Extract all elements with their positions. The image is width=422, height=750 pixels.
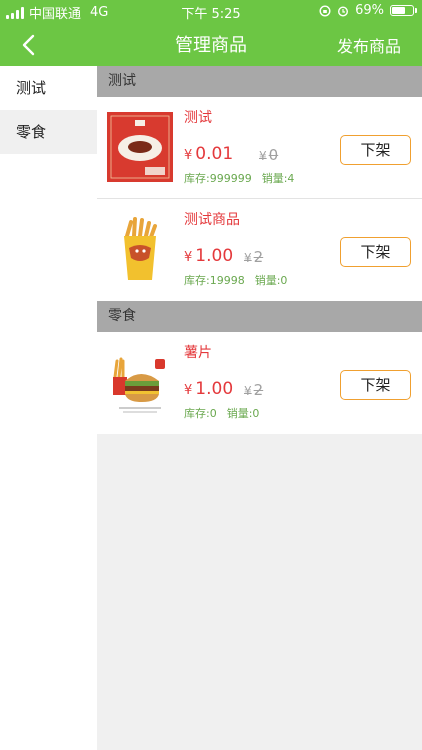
price-value: 1.00: [195, 246, 234, 266]
publish-product-button[interactable]: 发布商品: [337, 33, 401, 57]
product-name: 薯片: [184, 345, 212, 361]
sidebar-item-snacks[interactable]: 零食: [0, 110, 97, 154]
sidebar-item-label: 零食: [16, 123, 47, 141]
status-bar: 中国联通 4G 下午 5:25 69%: [0, 0, 422, 22]
currency-symbol: ¥: [244, 251, 252, 265]
sales-label: 销量:0: [254, 274, 288, 287]
product-list: 测试 测试 ¥0.01 ¥0 库存:999999 销量:4 下架 测试商品 ¥ …: [97, 66, 422, 750]
original-price: ¥2: [244, 248, 263, 266]
product-stats: 库存:19998 销量:0: [184, 272, 287, 288]
sales-label: 销量:4: [261, 172, 295, 185]
product-price: ¥1.00: [184, 246, 233, 266]
currency-symbol: ¥: [184, 148, 193, 163]
currency-symbol: ¥: [184, 383, 193, 398]
product-image: [107, 347, 173, 417]
delist-button[interactable]: 下架: [340, 237, 411, 267]
product-image: [107, 112, 173, 182]
list-item[interactable]: 测试 ¥0.01 ¥0 库存:999999 销量:4 下架: [97, 97, 422, 199]
original-price: ¥2: [244, 381, 263, 399]
product-name: 测试: [184, 110, 212, 126]
list-item[interactable]: 薯片 ¥1.00 ¥2 库存:0 销量:0 下架: [97, 332, 422, 434]
stock-label: 库存:19998: [184, 274, 245, 287]
price-value: 1.00: [195, 379, 234, 399]
category-header: 零食: [97, 301, 422, 332]
product-stats: 库存:999999 销量:4: [184, 170, 294, 186]
category-sidebar: 测试 零食: [0, 66, 97, 750]
currency-symbol: ¥: [184, 250, 193, 265]
product-image: [107, 214, 173, 284]
nav-bar: 管理商品 发布商品: [0, 22, 422, 66]
delist-button[interactable]: 下架: [340, 370, 411, 400]
original-price-value: 2: [253, 381, 264, 399]
category-header: 测试: [97, 66, 422, 97]
original-price-value: 0: [268, 146, 279, 164]
stock-label: 库存:0: [184, 407, 217, 420]
sidebar-item-label: 测试: [16, 79, 47, 97]
sales-label: 销量:0: [226, 407, 260, 420]
alarm-icon: [338, 5, 349, 17]
product-price: ¥1.00: [184, 379, 233, 399]
price-value: 0.01: [195, 144, 234, 164]
product-price: ¥0.01: [184, 144, 233, 164]
currency-symbol: ¥: [244, 384, 252, 398]
battery-icon: [390, 5, 417, 16]
original-price-value: 2: [253, 248, 264, 266]
stock-label: 库存:999999: [184, 172, 252, 185]
product-stats: 库存:0 销量:0: [184, 405, 259, 421]
rotation-lock-icon: [319, 4, 331, 17]
currency-symbol: ¥: [259, 149, 267, 163]
battery-percent: 69%: [355, 3, 384, 18]
original-price: ¥0: [259, 146, 278, 164]
sidebar-item-test[interactable]: 测试: [0, 66, 97, 110]
list-item[interactable]: 测试商品 ¥1.00 ¥2 库存:19998 销量:0 下架: [97, 199, 422, 301]
delist-button[interactable]: 下架: [340, 135, 411, 165]
product-name: 测试商品: [184, 212, 240, 228]
